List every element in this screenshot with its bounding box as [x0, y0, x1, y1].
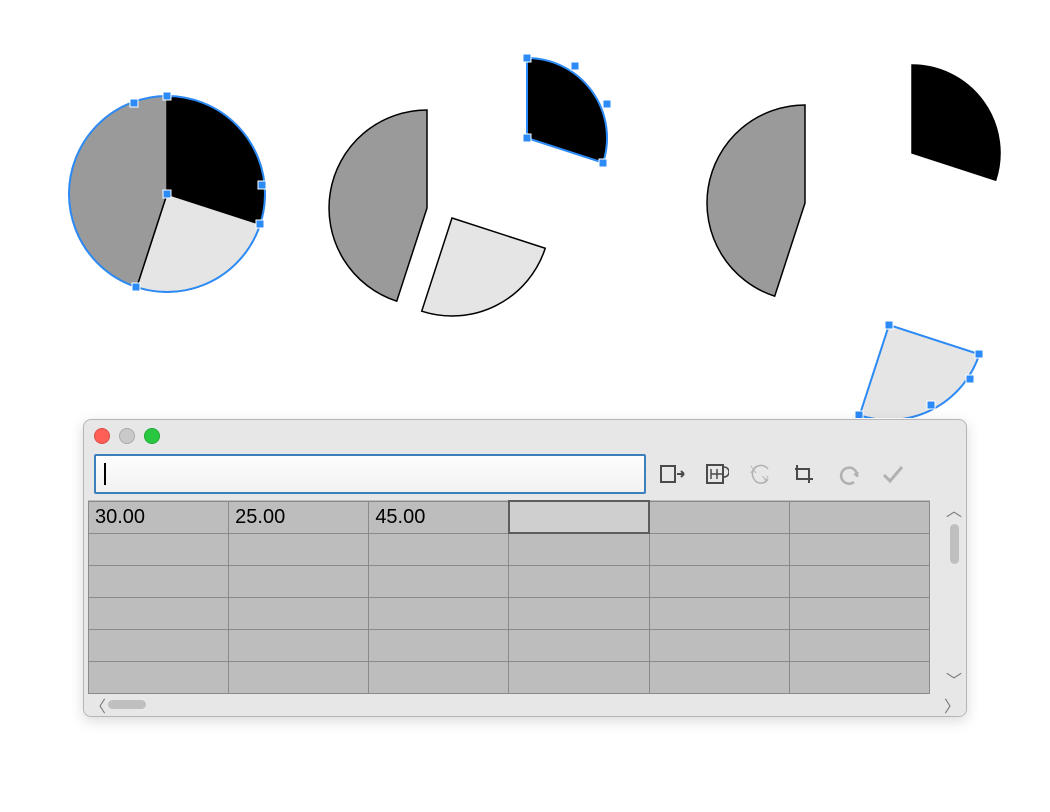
- hscroll-thumb[interactable]: [108, 700, 146, 709]
- cell[interactable]: [369, 565, 509, 597]
- cell[interactable]: [649, 661, 789, 693]
- pie-chart-selected[interactable]: [62, 74, 272, 324]
- cell[interactable]: [509, 629, 649, 661]
- cell-r0c3-active[interactable]: [509, 501, 649, 533]
- cell[interactable]: [649, 565, 789, 597]
- graph-canvas[interactable]: [0, 0, 1050, 410]
- zoom-icon[interactable]: [144, 428, 160, 444]
- cell[interactable]: [789, 597, 929, 629]
- cell[interactable]: [649, 597, 789, 629]
- cell-r0c2[interactable]: 45.00: [369, 501, 509, 533]
- undo-icon[interactable]: [832, 457, 866, 491]
- cell[interactable]: [369, 661, 509, 693]
- data-grid[interactable]: 30.00 25.00 45.00: [88, 500, 930, 694]
- graph-data-panel: XY 30.00 25.00 45.00: [83, 419, 967, 717]
- cell[interactable]: [789, 533, 929, 565]
- cell[interactable]: [229, 565, 369, 597]
- data-toolbar: XY: [84, 452, 966, 500]
- cell[interactable]: [509, 661, 649, 693]
- text-cursor: [104, 463, 106, 485]
- import-data-icon[interactable]: [656, 457, 690, 491]
- minimize-icon[interactable]: [119, 428, 135, 444]
- window-titlebar: [84, 420, 966, 452]
- scroll-up-icon[interactable]: ︿: [946, 504, 962, 520]
- cell-r0c0[interactable]: 30.00: [89, 501, 229, 533]
- cell[interactable]: [369, 597, 509, 629]
- cell[interactable]: [229, 661, 369, 693]
- cell[interactable]: [369, 629, 509, 661]
- cell[interactable]: [89, 661, 229, 693]
- cell-r0c4[interactable]: [649, 501, 789, 533]
- pie-chart-black-slice-selected[interactable]: [305, 40, 645, 340]
- cell[interactable]: [789, 629, 929, 661]
- vertical-scrollbar[interactable]: ︿ ﹀: [944, 500, 964, 694]
- cell[interactable]: [649, 533, 789, 565]
- cell[interactable]: [369, 533, 509, 565]
- cell[interactable]: [509, 533, 649, 565]
- cell[interactable]: [789, 661, 929, 693]
- cell-r0c5[interactable]: [789, 501, 929, 533]
- scroll-right-icon[interactable]: 〉: [944, 693, 960, 717]
- horizontal-scrollbar[interactable]: 〈 〉: [84, 694, 966, 716]
- cell[interactable]: [789, 565, 929, 597]
- cell[interactable]: [649, 629, 789, 661]
- cell[interactable]: [229, 597, 369, 629]
- pie-chart-light-slice-selected[interactable]: [670, 38, 1030, 418]
- transpose-icon[interactable]: [700, 457, 734, 491]
- scroll-down-icon[interactable]: ﹀: [946, 674, 962, 690]
- cell[interactable]: [509, 597, 649, 629]
- cell[interactable]: [89, 533, 229, 565]
- cell[interactable]: [89, 565, 229, 597]
- cell-r0c1[interactable]: 25.00: [229, 501, 369, 533]
- data-grid-container: 30.00 25.00 45.00 ︿ ﹀: [84, 500, 966, 694]
- cell[interactable]: [509, 565, 649, 597]
- crop-icon[interactable]: [788, 457, 822, 491]
- scroll-left-icon[interactable]: 〈: [90, 693, 106, 717]
- confirm-icon[interactable]: [876, 457, 910, 491]
- close-icon[interactable]: [94, 428, 110, 444]
- cell[interactable]: [229, 629, 369, 661]
- vscroll-thumb[interactable]: [950, 524, 959, 564]
- cell[interactable]: [229, 533, 369, 565]
- swap-xy-icon[interactable]: XY: [744, 457, 778, 491]
- cell-formula-input[interactable]: [94, 454, 646, 494]
- cell[interactable]: [89, 597, 229, 629]
- cell[interactable]: [89, 629, 229, 661]
